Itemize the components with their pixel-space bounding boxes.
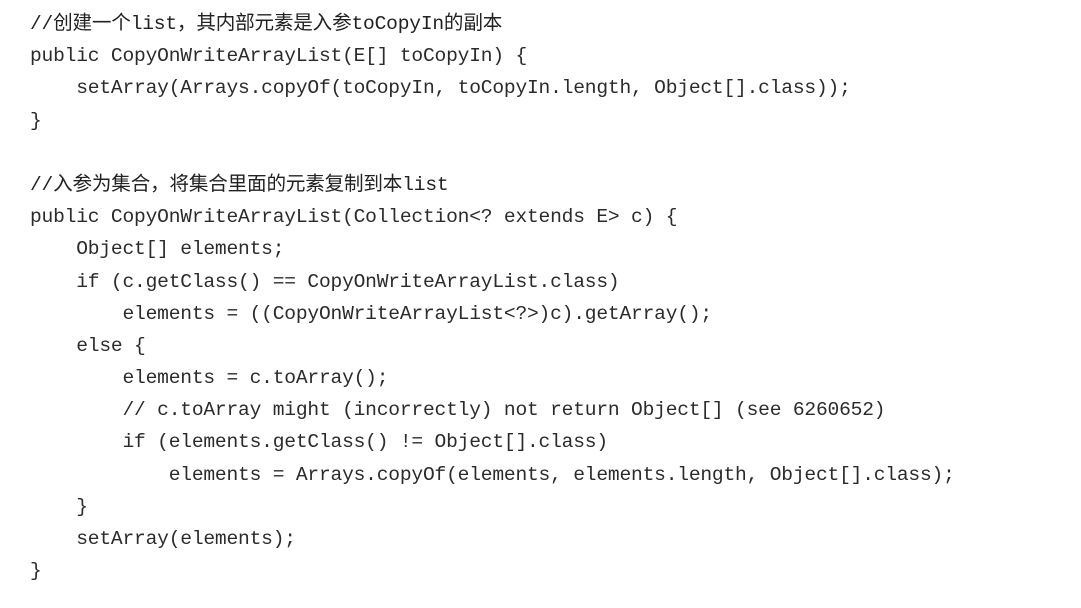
code-line: elements = c.toArray(); xyxy=(30,367,389,390)
code-line: if (c.getClass() == CopyOnWriteArrayList… xyxy=(30,270,620,293)
constructor-signature-line: public CopyOnWriteArrayList(E[] toCopyIn… xyxy=(30,45,528,68)
code-line: elements = ((CopyOnWriteArrayList<?>)c).… xyxy=(30,302,712,325)
closing-brace-line: } xyxy=(30,109,42,132)
closing-brace-line: } xyxy=(30,560,42,583)
closing-brace-line: } xyxy=(30,495,88,518)
code-line: elements = Arrays.copyOf(elements, eleme… xyxy=(30,463,955,486)
code-inline-comment-line: // c.toArray might (incorrectly) not ret… xyxy=(30,399,886,422)
code-line: setArray(elements); xyxy=(30,528,296,550)
code-line: Object[] elements; xyxy=(30,238,285,261)
code-block: //创建一个list，其内部元素是入参toCopyIn的副本 public Co… xyxy=(30,8,1075,587)
constructor-signature-line: public CopyOnWriteArrayList(Collection<?… xyxy=(30,206,678,229)
code-line: setArray(Arrays.copyOf(toCopyIn, toCopyI… xyxy=(30,77,851,100)
code-comment-line: //创建一个list，其内部元素是入参toCopyIn的副本 xyxy=(30,13,503,35)
code-comment-line: //入参为集合，将集合里面的元素复制到本list xyxy=(30,173,449,196)
code-line: else { xyxy=(30,334,146,357)
code-line: if (elements.getClass() != Object[].clas… xyxy=(30,431,608,454)
